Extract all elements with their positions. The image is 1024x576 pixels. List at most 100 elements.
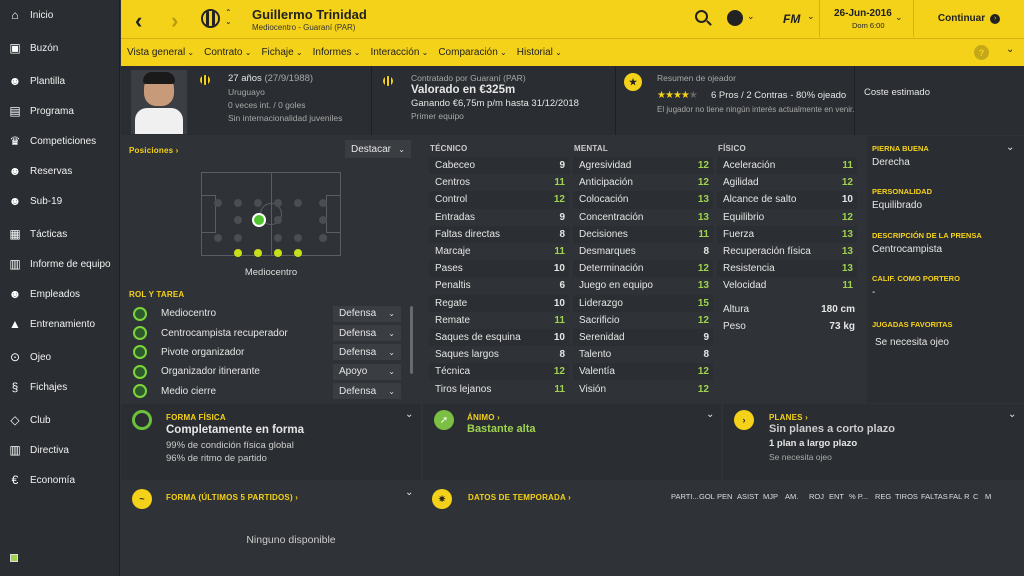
attribute-row[interactable]: Técnica 12 — [429, 363, 569, 381]
season-stat-column[interactable]: % P... — [849, 492, 873, 501]
attribute-row[interactable]: Serenidad 9 — [573, 328, 713, 347]
attribute-row[interactable]: Resistencia 13 — [717, 260, 857, 278]
attribute-row[interactable]: Faltas directas 8 — [429, 225, 569, 243]
attribute-row[interactable]: Agilidad 12 — [717, 174, 857, 191]
fm-logo[interactable]: FM — [783, 12, 800, 26]
attribute-row[interactable]: Saques largos 8 — [429, 346, 569, 363]
season-stat-column[interactable]: FALTAS — [921, 492, 948, 501]
highlight-select[interactable]: Destacar ⌄ — [345, 140, 411, 158]
season-stats-title[interactable]: DATOS DE TEMPORADA › — [468, 493, 571, 502]
attribute-row[interactable]: Anticipación 12 — [573, 174, 713, 191]
attribute-row[interactable]: Saques de esquina 10 — [429, 328, 569, 347]
attribute-row[interactable]: Desmarques 8 — [573, 243, 713, 260]
attribute-row[interactable]: Decisiones 11 — [573, 225, 713, 243]
role-row[interactable]: Centrocampista recuperador Defensa ⌄ — [125, 323, 409, 342]
sidebar-item-empleados[interactable]: ☻ Empleados — [0, 279, 120, 309]
tab-6[interactable]: Historial ⌄ — [517, 47, 562, 58]
season-stat-column[interactable]: PARTI... — [671, 492, 699, 501]
attribute-row[interactable]: Remate 11 — [429, 312, 569, 329]
sidebar-item-competiciones[interactable]: ♛ Competiciones — [0, 126, 120, 156]
attribute-row[interactable]: Equilibrio 12 — [717, 209, 857, 226]
collapse-chevron-icon[interactable]: ⌄ — [405, 409, 413, 420]
sidebar-item-plantilla[interactable]: ☻ Plantilla — [0, 66, 120, 96]
season-stat-column[interactable]: PEN — [717, 492, 735, 501]
collapse-chevron-icon[interactable]: ⌄ — [1006, 142, 1014, 153]
attribute-row[interactable]: Control 12 — [429, 191, 569, 209]
scrollbar[interactable] — [410, 306, 413, 374]
chevron-down-icon[interactable]: ⌄ — [747, 11, 755, 22]
attribute-row[interactable]: Penaltis 6 — [429, 277, 569, 294]
attribute-row[interactable]: Concentración 13 — [573, 209, 713, 226]
attribute-row[interactable]: Entradas 9 — [429, 209, 569, 226]
season-stat-column[interactable]: REG — [875, 492, 893, 501]
season-stat-column[interactable]: TIROS — [895, 492, 919, 501]
attribute-row[interactable]: Valentía 12 — [573, 363, 713, 381]
role-row[interactable]: Pivote organizador Defensa ⌄ — [125, 343, 409, 362]
attribute-row[interactable]: Tiros lejanos 11 — [429, 380, 569, 397]
attribute-row[interactable]: Determinación 12 — [573, 260, 713, 278]
morale-title[interactable]: ÁNIMO › — [467, 413, 500, 422]
sidebar-item-directiva[interactable]: ▥ Directiva — [0, 435, 120, 465]
season-stat-column[interactable]: ROJ — [809, 492, 827, 501]
role-row[interactable]: Mediocentro Defensa ⌄ — [125, 304, 409, 323]
help-icon[interactable]: ? — [974, 45, 989, 60]
tab-5[interactable]: Comparación ⌄ — [438, 47, 506, 58]
attribute-row[interactable]: Velocidad 11 — [717, 277, 857, 294]
attribute-row[interactable]: Fuerza 13 — [717, 225, 857, 243]
back-icon[interactable]: ‹ — [135, 8, 142, 34]
attribute-row[interactable]: Visión 12 — [573, 380, 713, 397]
plans-title[interactable]: PLANES › — [769, 413, 808, 422]
duty-select[interactable]: Defensa ⌄ — [333, 344, 401, 361]
form-title[interactable]: FORMA (ÚLTIMOS 5 PARTIDOS) › — [166, 493, 298, 502]
sidebar-item-programa[interactable]: ▤ Programa — [0, 96, 120, 126]
season-stat-column[interactable]: GOL — [699, 492, 715, 501]
tab-1[interactable]: Contrato ⌄ — [204, 47, 251, 58]
season-stat-column[interactable]: ASIST — [737, 492, 761, 501]
season-stat-column[interactable]: AM. — [785, 492, 807, 501]
season-stat-column[interactable]: FAL R — [949, 492, 971, 501]
attribute-row[interactable]: Agresividad 12 — [573, 157, 713, 175]
tab-3[interactable]: Informes ⌄ — [313, 47, 361, 58]
player-switch-icon[interactable]: ⌃ ⌄ — [225, 8, 232, 26]
role-row[interactable]: Medio cierre Defensa ⌄ — [125, 382, 409, 401]
globe-icon[interactable] — [727, 10, 743, 26]
attribute-row[interactable]: Pases 10 — [429, 260, 569, 278]
duty-select[interactable]: Defensa ⌄ — [333, 325, 401, 342]
attribute-row[interactable]: Juego en equipo 13 — [573, 277, 713, 294]
attribute-row[interactable]: Centros 11 — [429, 174, 569, 191]
sidebar-item-informe-de-equipo[interactable]: ▥ Informe de equipo — [0, 249, 120, 279]
tab-2[interactable]: Fichaje ⌄ — [261, 47, 302, 58]
sidebar-item-tácticas[interactable]: ▦ Tácticas — [0, 219, 120, 249]
sidebar-item-inicio[interactable]: ⌂ Inicio — [0, 0, 120, 30]
attribute-row[interactable]: Cabeceo 9 — [429, 157, 569, 175]
attribute-row[interactable]: Alcance de salto 10 — [717, 191, 857, 209]
sidebar-item-buzón[interactable]: ▣ Buzón — [0, 33, 120, 63]
attribute-row[interactable]: Recuperación física 13 — [717, 243, 857, 260]
forward-icon[interactable]: › — [171, 8, 178, 34]
positions-title[interactable]: Posiciones › — [129, 146, 179, 155]
attribute-row[interactable]: Marcaje 11 — [429, 243, 569, 260]
fm-menu-chevron-icon[interactable]: ⌄ — [807, 11, 815, 22]
sidebar-item-fichajes[interactable]: § Fichajes — [0, 372, 120, 402]
sidebar-item-ojeo[interactable]: ⊙ Ojeo — [0, 342, 120, 372]
attribute-row[interactable]: Aceleración 11 — [717, 157, 857, 175]
collapse-chevron-icon[interactable]: ⌄ — [405, 487, 413, 498]
season-stat-column[interactable]: C — [973, 492, 983, 501]
duty-select[interactable]: Apoyo ⌄ — [333, 363, 401, 380]
attribute-row[interactable]: Talento 8 — [573, 346, 713, 363]
attribute-row[interactable]: Liderazgo 15 — [573, 294, 713, 312]
sidebar-item-club[interactable]: ◇ Club — [0, 405, 120, 435]
sidebar-item-entrenamiento[interactable]: ▲ Entrenamiento — [0, 309, 120, 339]
club-badge-icon[interactable] — [201, 9, 220, 28]
season-stat-column[interactable]: M — [985, 492, 995, 501]
condition-title[interactable]: FORMA FÍSICA — [166, 413, 226, 422]
sidebar-item-reservas[interactable]: ☻ Reservas — [0, 156, 120, 186]
tab-0[interactable]: Vista general ⌄ — [127, 47, 194, 58]
role-row[interactable]: Organizador itinerante Apoyo ⌄ — [125, 362, 409, 381]
sidebar-item-sub-19[interactable]: ☻ Sub-19 — [0, 186, 120, 216]
tab-4[interactable]: Interacción ⌄ — [370, 47, 428, 58]
duty-select[interactable]: Defensa ⌄ — [333, 383, 401, 400]
collapse-chevron-icon[interactable]: ⌄ — [706, 409, 714, 420]
attribute-row[interactable]: Colocación 13 — [573, 191, 713, 209]
duty-select[interactable]: Defensa ⌄ — [333, 305, 401, 322]
